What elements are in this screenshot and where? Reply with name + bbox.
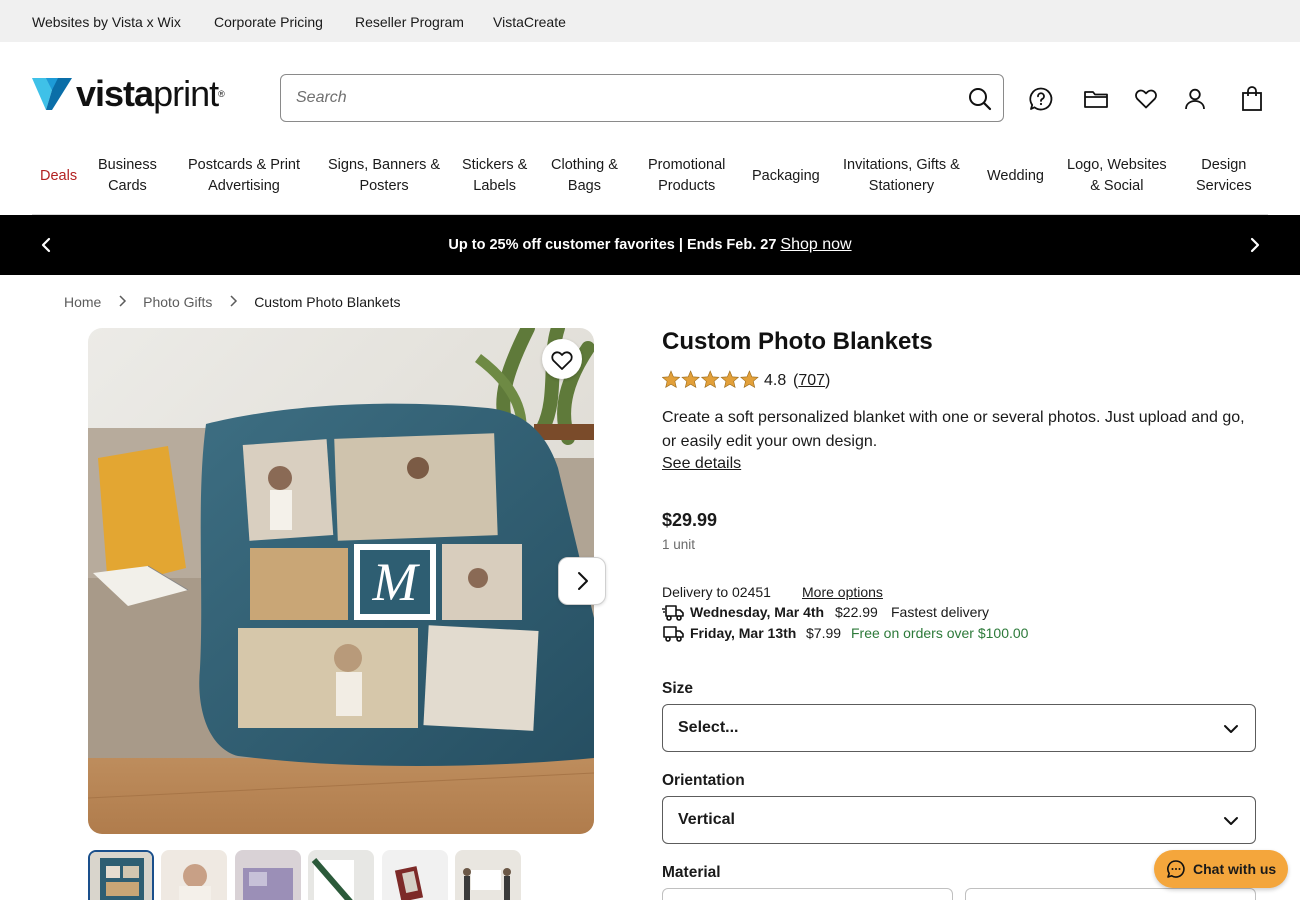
vistaprint-logo[interactable]: vistaprint® [32, 73, 247, 116]
star-rating-icon [662, 370, 759, 389]
thumbnail-4[interactable] [308, 850, 374, 900]
chevron-down-icon [1224, 817, 1238, 825]
projects-folder-icon[interactable] [1083, 86, 1109, 112]
promo-message: Up to 25% off customer favorites | Ends … [448, 236, 852, 253]
breadcrumb-photo-gifts[interactable]: Photo Gifts [143, 294, 212, 310]
see-details-link[interactable]: See details [662, 455, 741, 473]
favorite-product-button[interactable] [542, 339, 582, 379]
breadcrumb-chevron-icon [230, 295, 238, 307]
nav-promotional-products[interactable]: Promotional Products [648, 155, 725, 197]
utility-link-websites[interactable]: Websites by Vista x Wix [32, 14, 181, 30]
heart-icon [551, 351, 573, 370]
rating-score: 4.8 [764, 372, 787, 389]
nav-deals[interactable]: Deals [40, 166, 77, 187]
utility-link-vistacreate[interactable]: VistaCreate [493, 14, 566, 30]
thumbnail-3[interactable] [235, 850, 301, 900]
logo-wordmark: vistaprint® [76, 73, 225, 114]
price-unit: 1 unit [662, 537, 696, 552]
thumbnail-6[interactable] [455, 850, 521, 900]
review-count-link[interactable]: (707) [793, 372, 830, 390]
delivery-zip: Delivery to 02451 [662, 584, 771, 600]
image-next-button[interactable] [558, 557, 606, 605]
nav-signs-banners-posters[interactable]: Signs, Banners & Posters [328, 155, 440, 197]
monogram-letter: M [372, 552, 421, 612]
breadcrumb-current: Custom Photo Blankets [254, 294, 401, 310]
nav-packaging[interactable]: Packaging [752, 166, 820, 187]
thumbnail-1[interactable] [88, 850, 154, 900]
delivery-price: $22.99 [835, 604, 878, 620]
promo-banner: Up to 25% off customer favorites | Ends … [0, 215, 1300, 275]
nav-wedding[interactable]: Wedding [987, 166, 1044, 187]
delivery-note: Fastest delivery [891, 604, 990, 620]
chevron-right-icon [578, 572, 588, 590]
search-bar [280, 74, 1004, 122]
orientation-select-value: Vertical [678, 811, 735, 828]
delivery-price: $7.99 [806, 625, 842, 641]
thumbnail-2[interactable] [161, 850, 227, 900]
search-input[interactable] [296, 86, 936, 110]
nav-logo-websites-social[interactable]: Logo, Websites & Social [1067, 155, 1167, 197]
delivery-date: Wednesday, Mar 4th [690, 604, 825, 620]
chevron-down-icon [1224, 725, 1238, 733]
help-icon[interactable] [1028, 86, 1054, 112]
utility-link-reseller-program[interactable]: Reseller Program [355, 14, 464, 30]
nav-invitations-gifts-stationery[interactable]: Invitations, Gifts & Stationery [843, 155, 960, 197]
orientation-select[interactable]: Vertical [662, 796, 1256, 844]
truck-icon [663, 626, 684, 642]
chat-with-us-button[interactable]: Chat with us [1154, 850, 1288, 888]
favorites-heart-icon[interactable] [1133, 86, 1159, 112]
account-icon[interactable] [1182, 86, 1208, 112]
fast-truck-icon [662, 605, 684, 621]
size-select-value: Select... [678, 719, 739, 736]
material-option-1[interactable] [662, 888, 953, 900]
promo-shop-now-link[interactable]: Shop now [780, 236, 851, 253]
nav-postcards-print-advertising[interactable]: Postcards & Print Advertising [188, 155, 300, 197]
cart-bag-icon[interactable] [1239, 86, 1265, 112]
delivery-note-free: Free on orders over $100.00 [851, 625, 1029, 641]
utility-link-corporate-pricing[interactable]: Corporate Pricing [214, 14, 323, 30]
logo-mark-icon [32, 78, 72, 110]
delivery-date: Friday, Mar 13th [690, 625, 797, 641]
nav-design-services[interactable]: Design Services [1196, 155, 1252, 197]
nav-clothing-bags[interactable]: Clothing & Bags [551, 155, 618, 197]
size-select[interactable]: Select... [662, 704, 1256, 752]
breadcrumb-home[interactable]: Home [64, 294, 101, 310]
material-option-2[interactable] [965, 888, 1256, 900]
nav-stickers-labels[interactable]: Stickers & Labels [462, 155, 527, 197]
promo-next-arrow-icon[interactable] [1245, 235, 1265, 255]
product-title: Custom Photo Blankets [662, 328, 933, 355]
material-label: Material [662, 864, 721, 881]
chat-bubble-icon [1167, 860, 1185, 878]
product-image[interactable]: M [88, 328, 594, 834]
breadcrumb-chevron-icon [119, 295, 127, 307]
chat-label: Chat with us [1193, 861, 1277, 877]
size-label: Size [662, 680, 694, 697]
utility-bar: Websites by Vista x Wix Corporate Pricin… [0, 0, 1300, 42]
product-description: Create a soft personalized blanket with … [662, 409, 1245, 450]
nav-business-cards[interactable]: Business Cards [98, 155, 157, 197]
breadcrumb: Home Photo Gifts Custom Photo Blankets [64, 294, 400, 310]
search-icon[interactable] [967, 86, 993, 112]
orientation-label: Orientation [662, 772, 745, 789]
product-price: $29.99 [662, 510, 718, 530]
thumbnail-5[interactable] [382, 850, 448, 900]
more-options-link[interactable]: More options [802, 584, 883, 600]
